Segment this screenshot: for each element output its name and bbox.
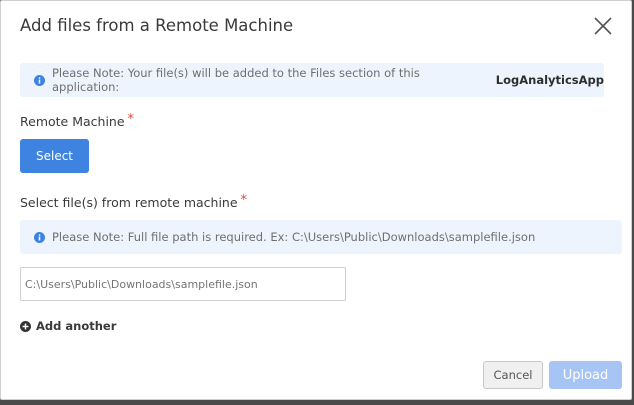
select-files-label-text: Select file(s) from remote machine	[20, 195, 238, 210]
plus-circle-icon	[20, 320, 31, 332]
remote-machine-label-text: Remote Machine	[20, 114, 125, 129]
select-remote-machine-button[interactable]: Select	[20, 139, 89, 173]
application-name: LogAnalyticsApp	[495, 73, 604, 87]
select-files-label: Select file(s) from remote machine *	[20, 193, 248, 211]
add-another-label: Add another	[36, 319, 117, 333]
application-note: Please Note: Your file(s) will be added …	[20, 63, 604, 97]
required-marker: *	[240, 193, 248, 208]
dialog-title: Add files from a Remote Machine	[20, 16, 294, 35]
required-marker: *	[127, 112, 135, 127]
file-path-input[interactable]	[20, 267, 346, 301]
info-icon	[34, 231, 45, 243]
cancel-button[interactable]: Cancel	[483, 361, 543, 389]
upload-button[interactable]: Upload	[549, 361, 622, 389]
application-note-text: Please Note: Your file(s) will be added …	[52, 66, 420, 94]
file-path-note-text: Please Note: Full file path is required.…	[52, 230, 536, 244]
file-path-note: Please Note: Full file path is required.…	[20, 220, 622, 254]
close-icon[interactable]	[593, 16, 613, 36]
add-another-button[interactable]: Add another	[20, 319, 116, 333]
info-icon	[34, 74, 45, 86]
add-remote-files-dialog: Add files from a Remote Machine Please N…	[0, 0, 632, 400]
remote-machine-label: Remote Machine *	[20, 112, 135, 130]
